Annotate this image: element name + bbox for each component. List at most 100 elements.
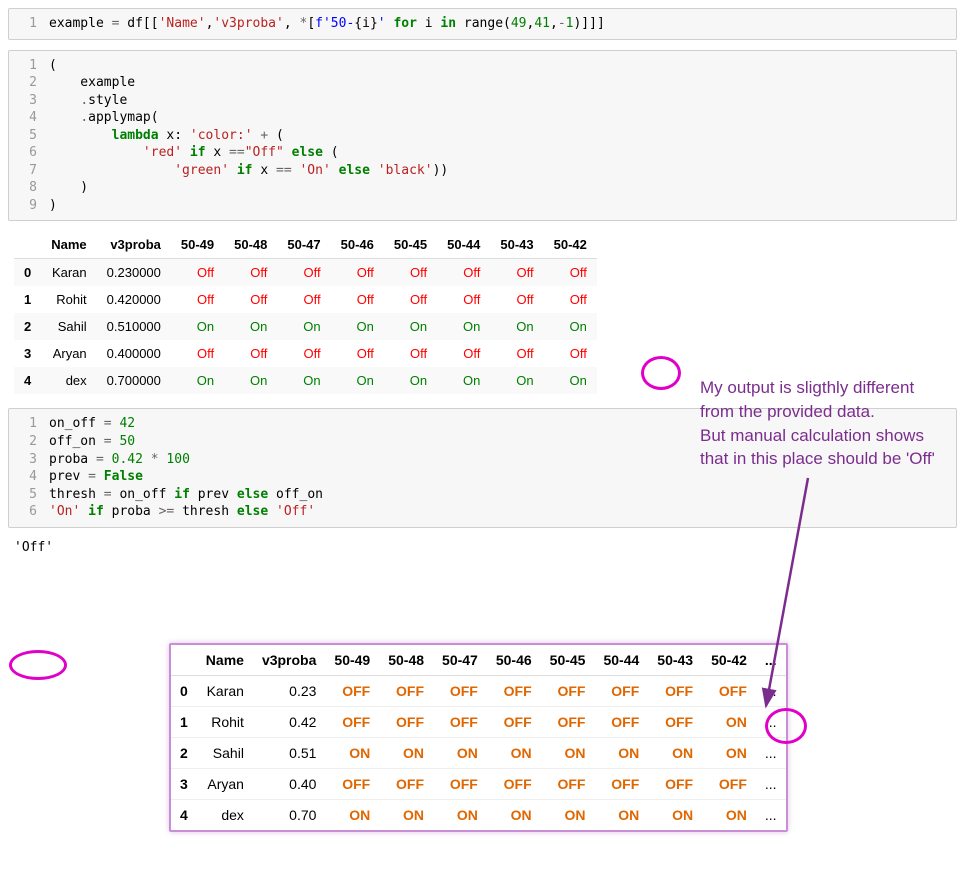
table-cell: ON	[594, 738, 648, 769]
annotation-line: But manual calculation shows	[700, 424, 935, 448]
table-cell: ON	[541, 800, 595, 831]
inset-th: 50-46	[487, 645, 541, 676]
table-cell: Off	[437, 259, 490, 287]
table-cell: 4	[14, 367, 41, 394]
annotation-line: that in this place should be 'Off'	[700, 447, 935, 471]
table-cell: Off	[277, 286, 330, 313]
table-cell: On	[224, 367, 277, 394]
code-cell-2[interactable]: 123456789 ( example .style .applymap( la…	[8, 50, 957, 222]
table-cell: OFF	[379, 769, 433, 800]
table-cell: ON	[379, 738, 433, 769]
table-cell: ON	[594, 800, 648, 831]
table-cell: Sahil	[197, 738, 253, 769]
styled-th	[14, 231, 41, 259]
styled-th: v3proba	[97, 231, 171, 259]
table-cell: ON	[702, 707, 756, 738]
inset-table-wrap: Namev3proba50-4950-4850-4750-4650-4550-4…	[169, 643, 788, 832]
table-cell: Off	[437, 286, 490, 313]
gutter-2: 123456789	[9, 51, 45, 221]
table-cell: ON	[702, 800, 756, 831]
table-row: 4dex0.70ONONONONONONONON...	[171, 800, 786, 831]
table-cell: OFF	[433, 707, 487, 738]
table-cell: ON	[487, 800, 541, 831]
table-cell: ON	[648, 738, 702, 769]
table-cell: ON	[541, 738, 595, 769]
table-cell: ...	[756, 800, 786, 831]
table-cell: Aryan	[41, 340, 96, 367]
table-cell: 0.420000	[97, 286, 171, 313]
table-cell: ON	[379, 800, 433, 831]
table-cell: On	[171, 313, 224, 340]
table-cell: 2	[14, 313, 41, 340]
table-cell: Off	[544, 286, 597, 313]
table-cell: ...	[756, 769, 786, 800]
table-cell: OFF	[594, 707, 648, 738]
table-row: 1Rohit0.420000OffOffOffOffOffOffOffOff	[14, 286, 597, 313]
table-cell: Off	[171, 259, 224, 287]
table-cell: ON	[648, 800, 702, 831]
table-cell: OFF	[325, 769, 379, 800]
table-row: 1Rohit0.42OFFOFFOFFOFFOFFOFFOFFON...	[171, 707, 786, 738]
table-cell: Rohit	[197, 707, 253, 738]
code-cell-1[interactable]: 1 example = df[['Name','v3proba', *[f'50…	[8, 8, 957, 40]
table-cell: On	[331, 313, 384, 340]
styled-th: Name	[41, 231, 96, 259]
styled-th: 50-49	[171, 231, 224, 259]
inset-th: 50-44	[594, 645, 648, 676]
table-cell: 0.400000	[97, 340, 171, 367]
inset-th: 50-45	[541, 645, 595, 676]
table-cell: OFF	[648, 769, 702, 800]
table-cell: OFF	[541, 769, 595, 800]
table-cell: On	[171, 367, 224, 394]
table-cell: 0.510000	[97, 313, 171, 340]
table-cell: OFF	[648, 676, 702, 707]
table-cell: Off	[544, 340, 597, 367]
table-cell: Off	[490, 286, 543, 313]
table-row: 4dex0.700000OnOnOnOnOnOnOnOn	[14, 367, 597, 394]
table-row: 3Aryan0.400000OffOffOffOffOffOffOffOff	[14, 340, 597, 367]
code-2[interactable]: ( example .style .applymap( lambda x: 'c…	[45, 51, 956, 221]
gutter-3: 123456	[9, 409, 45, 526]
table-cell: Off	[384, 340, 437, 367]
inset-th: 50-42	[702, 645, 756, 676]
table-cell: ON	[487, 738, 541, 769]
styled-th: 50-45	[384, 231, 437, 259]
table-cell: Off	[384, 259, 437, 287]
inset-th	[171, 645, 197, 676]
table-cell: 0	[14, 259, 41, 287]
styled-th: 50-42	[544, 231, 597, 259]
styled-th: 50-47	[277, 231, 330, 259]
table-cell: ON	[702, 738, 756, 769]
table-cell: 0.230000	[97, 259, 171, 287]
code-1[interactable]: example = df[['Name','v3proba', *[f'50-{…	[45, 9, 956, 39]
table-cell: OFF	[487, 707, 541, 738]
circle-annotation-off	[9, 650, 67, 680]
table-cell: 2	[171, 738, 197, 769]
table-cell: OFF	[541, 676, 595, 707]
table-cell: Off	[171, 340, 224, 367]
table-cell: 4	[171, 800, 197, 831]
table-cell: 3	[14, 340, 41, 367]
table-cell: OFF	[648, 707, 702, 738]
table-cell: 1	[171, 707, 197, 738]
table-cell: Karan	[41, 259, 96, 287]
table-row: 3Aryan0.40OFFOFFOFFOFFOFFOFFOFFOFF...	[171, 769, 786, 800]
table-cell: Off	[331, 286, 384, 313]
table-cell: On	[277, 313, 330, 340]
table-cell: On	[490, 367, 543, 394]
table-cell: ON	[325, 800, 379, 831]
table-cell: Off	[384, 286, 437, 313]
circle-annotation-top	[641, 356, 681, 390]
inset-th: 50-47	[433, 645, 487, 676]
table-row: 0Karan0.230000OffOffOffOffOffOffOffOff	[14, 259, 597, 287]
table-cell: Off	[331, 340, 384, 367]
inset-table: Namev3proba50-4950-4850-4750-4650-4550-4…	[171, 645, 786, 830]
table-cell: 3	[171, 769, 197, 800]
table-cell: 0.70	[253, 800, 325, 831]
table-cell: OFF	[379, 676, 433, 707]
table-row: 0Karan0.23OFFOFFOFFOFFOFFOFFOFFOFF...	[171, 676, 786, 707]
table-cell: 0.40	[253, 769, 325, 800]
table-cell: On	[437, 367, 490, 394]
table-cell: ...	[756, 738, 786, 769]
table-cell: On	[544, 313, 597, 340]
